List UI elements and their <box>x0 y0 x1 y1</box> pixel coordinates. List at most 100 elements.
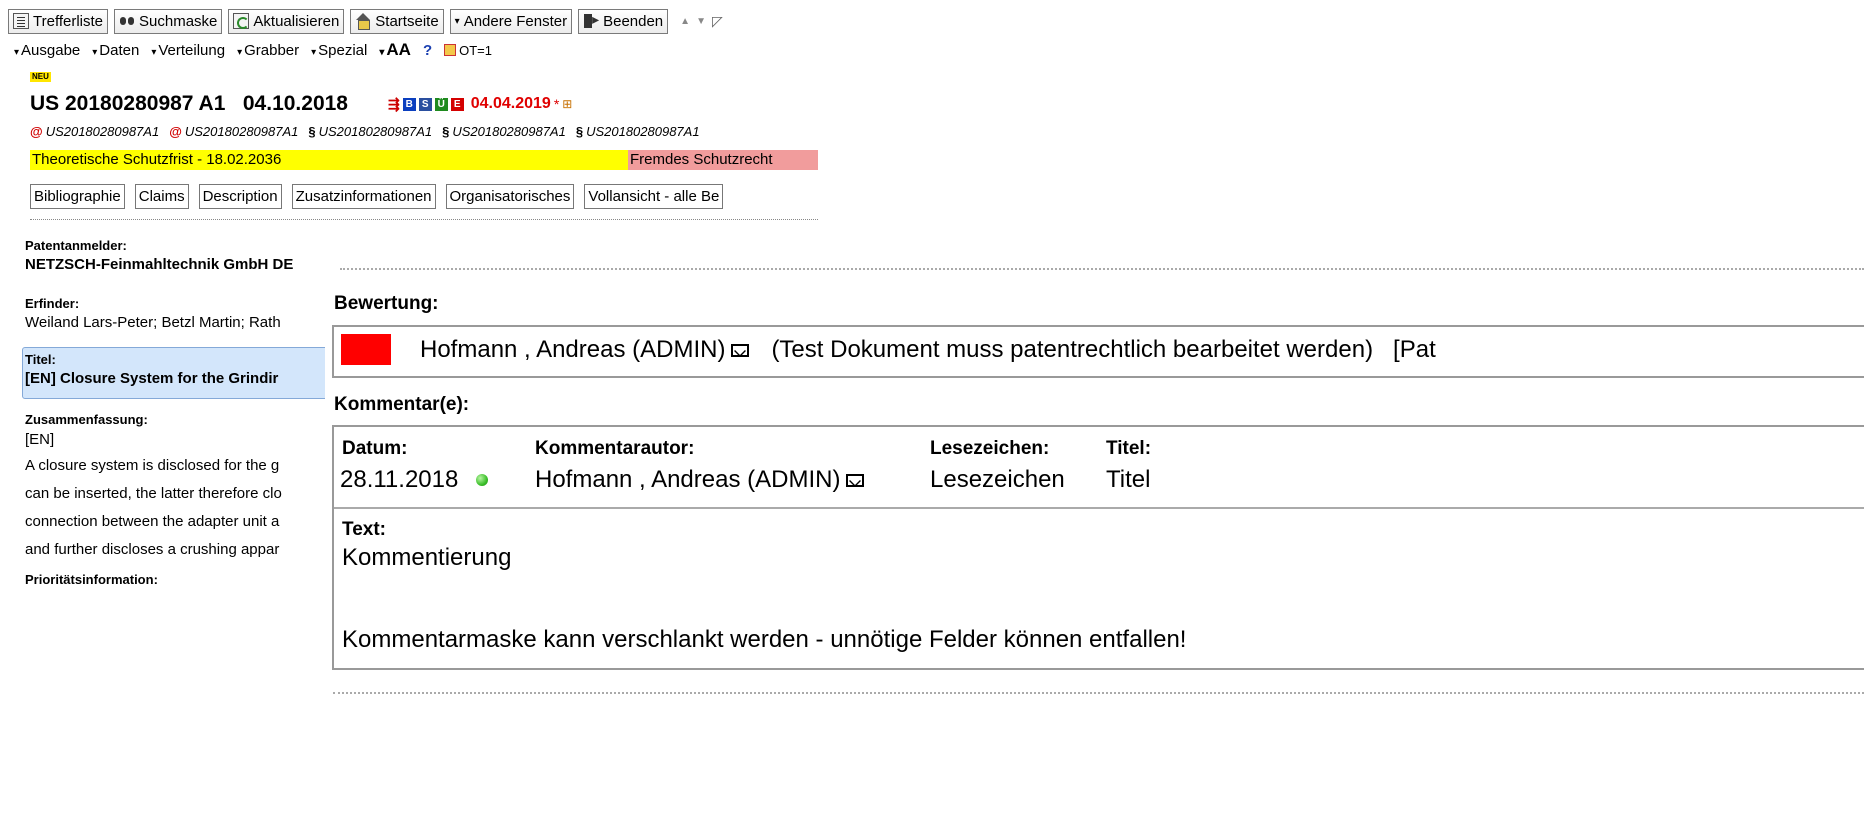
applicant-value: NETZSCH-Feinmahltechnik GmbH DE <box>25 256 294 273</box>
tab-organisatorisches[interactable]: Organisatorisches <box>445 184 575 209</box>
caret-icon: ▾ <box>151 46 157 58</box>
main-toolbar: Trefferliste Suchmaske Aktualisieren Sta… <box>8 8 723 34</box>
caret-icon: ▾ <box>379 47 385 58</box>
arrow-up-icon[interactable]: ▲ <box>680 16 690 27</box>
asterisk: * <box>553 96 560 112</box>
badge-b[interactable]: B <box>402 97 416 111</box>
at-icon: @ <box>30 124 43 139</box>
section-icon: § <box>308 124 316 139</box>
menu-verteilung-label: Verteilung <box>158 41 226 59</box>
tab-claims[interactable]: Claims <box>134 184 189 209</box>
caret-icon: ▾ <box>92 46 98 58</box>
caret-icon: ▾ <box>311 46 317 58</box>
bookmark-header: Lesezeichen: <box>930 438 1050 459</box>
link-section-3[interactable]: § US20180280987A1 <box>576 124 700 139</box>
section-icon: § <box>575 124 584 139</box>
comment-box: Datum: Kommentarautor: Lesezeichen: Tite… <box>332 425 1864 670</box>
menu-grabber[interactable]: ▾ Grabber <box>237 42 299 59</box>
andere-fenster-button[interactable]: ▾ Andere Fenster <box>449 8 573 34</box>
pdf-icon[interactable]: ⇶ <box>388 96 400 113</box>
beenden-button[interactable]: Beenden <box>578 8 669 34</box>
link-section-2[interactable]: § US20180280987A1 <box>442 124 566 139</box>
suchmaske-label: Suchmaske <box>139 12 218 30</box>
beenden-label: Beenden <box>603 12 664 30</box>
menu-ausgabe-label: Ausgabe <box>21 41 81 59</box>
tab-vollansicht[interactable]: Vollansicht - alle Be <box>584 184 724 209</box>
link-at-1[interactable]: @ US20180280987A1 <box>30 124 159 139</box>
foreign-right: Fremdes Schutzrecht <box>628 150 818 170</box>
link-at-2[interactable]: @ US20180280987A1 <box>169 124 298 139</box>
menu-spezial-label: Spezial <box>318 41 368 59</box>
comment-author: Hofmann , Andreas (ADMIN) <box>535 466 841 493</box>
link-section-1-text: US20180280987A1 <box>318 124 433 139</box>
rating-author: Hofmann , Andreas (ADMIN) <box>420 336 726 363</box>
exit-icon <box>583 11 599 29</box>
summary-line: and further discloses a crushing appar <box>25 541 280 558</box>
expand-icon[interactable]: ◸ <box>712 13 723 30</box>
comment-date-cell: 28.11.2018 <box>340 466 489 494</box>
trefferliste-button[interactable]: Trefferliste <box>8 8 109 34</box>
link-at-2-text: US20180280987A1 <box>184 124 299 139</box>
menu-verteilung[interactable]: ▾ Verteilung <box>151 42 225 59</box>
summary-lang: [EN] <box>25 431 55 448</box>
summary-label: Zusammenfassung: <box>25 412 148 427</box>
menu-font-size[interactable]: ▾ AA <box>379 40 411 60</box>
trefferliste-label: Trefferliste <box>33 12 104 30</box>
protection-term: Theoretische Schutzfrist - 18.02.2036 <box>30 150 628 170</box>
menu-ausgabe[interactable]: ▾ Ausgabe <box>14 42 80 59</box>
badge-ue[interactable]: Ü <box>434 97 448 111</box>
menu-bar: ▾ Ausgabe ▾ Daten ▾ Verteilung ▾ Grabber ▾ Sp… <box>14 40 492 60</box>
arrow-down-icon[interactable]: ▼ <box>696 16 706 27</box>
badge-s[interactable]: S <box>418 97 432 111</box>
help-button[interactable]: ? <box>423 42 432 59</box>
menu-daten[interactable]: ▾ Daten <box>92 42 139 59</box>
suchmaske-button[interactable]: Suchmaske <box>114 8 223 34</box>
menu-spezial[interactable]: ▾ Spezial <box>311 42 367 59</box>
link-section-3-text: US20180280987A1 <box>586 124 700 139</box>
startseite-button[interactable]: Startseite <box>350 8 444 34</box>
title-value: [EN] Closure System for the Grindir <box>25 370 279 387</box>
link-section-2-text: US20180280987A1 <box>452 124 566 139</box>
badge-e[interactable]: E <box>450 97 464 111</box>
inventor-value: Weiland Lars-Peter; Betzl Martin; Rath <box>25 314 281 331</box>
status-badges: ⇶ B S Ü E 04.04.2019 * ⊞ <box>388 95 572 113</box>
inventor-label: Erfinder: <box>25 296 80 311</box>
title-label: Titel: <box>25 352 56 367</box>
menu-grabber-label: Grabber <box>244 41 300 59</box>
link-at-1-text: US20180280987A1 <box>45 124 160 139</box>
tab-zusatzinformationen[interactable]: Zusatzinformationen <box>291 184 436 209</box>
comment-text-line: Kommentarmaske kann verschlankt werden -… <box>342 626 1187 653</box>
comment-text-line: Kommentierung <box>342 544 512 571</box>
comment-date: 28.11.2018 <box>340 466 459 493</box>
protection-bar: Theoretische Schutzfrist - 18.02.2036 Fr… <box>30 150 818 170</box>
rating-comment-panel: Bewertung: Hofmann , Andreas (ADMIN) (Te… <box>325 265 1864 839</box>
priority-info-label: Prioritätsinformation: <box>25 572 158 587</box>
tab-bibliographie[interactable]: Bibliographie <box>30 184 125 209</box>
dropdown-caret-icon: ▾ <box>454 15 460 27</box>
list-icon <box>13 13 29 29</box>
caret-icon: ▾ <box>237 46 243 58</box>
translate-icon <box>444 44 457 56</box>
aktualisieren-button[interactable]: Aktualisieren <box>228 8 345 34</box>
family-icon[interactable]: ⊞ <box>562 97 572 111</box>
link-section-1[interactable]: § US20180280987A1 <box>308 124 432 139</box>
menu-font-size-label: AA <box>386 40 411 59</box>
rating-box: Hofmann , Andreas (ADMIN) (Test Dokument… <box>332 325 1864 378</box>
mail-icon[interactable] <box>846 473 865 487</box>
document-tabs: Bibliographie Claims Description Zusatzi… <box>30 184 724 209</box>
comment-bookmark: Lesezeichen <box>930 466 1065 493</box>
date-header: Datum: <box>342 438 408 459</box>
binoculars-icon <box>119 13 135 29</box>
andere-fenster-label: Andere Fenster <box>463 12 568 30</box>
ot-toggle[interactable]: OT=1 <box>444 43 492 58</box>
status-dot-icon <box>476 474 489 486</box>
summary-line: can be inserted, the latter therefore cl… <box>25 485 282 502</box>
tab-description[interactable]: Description <box>198 184 282 209</box>
author-header: Kommentarautor: <box>535 438 695 459</box>
ot-label: OT=1 <box>459 42 492 58</box>
mail-icon[interactable] <box>731 343 750 357</box>
summary-line: connection between the adapter unit a <box>25 513 280 530</box>
applicant-label: Patentanmelder: <box>25 238 127 253</box>
rating-label: Bewertung: <box>334 293 439 314</box>
caret-icon: ▾ <box>14 46 20 58</box>
